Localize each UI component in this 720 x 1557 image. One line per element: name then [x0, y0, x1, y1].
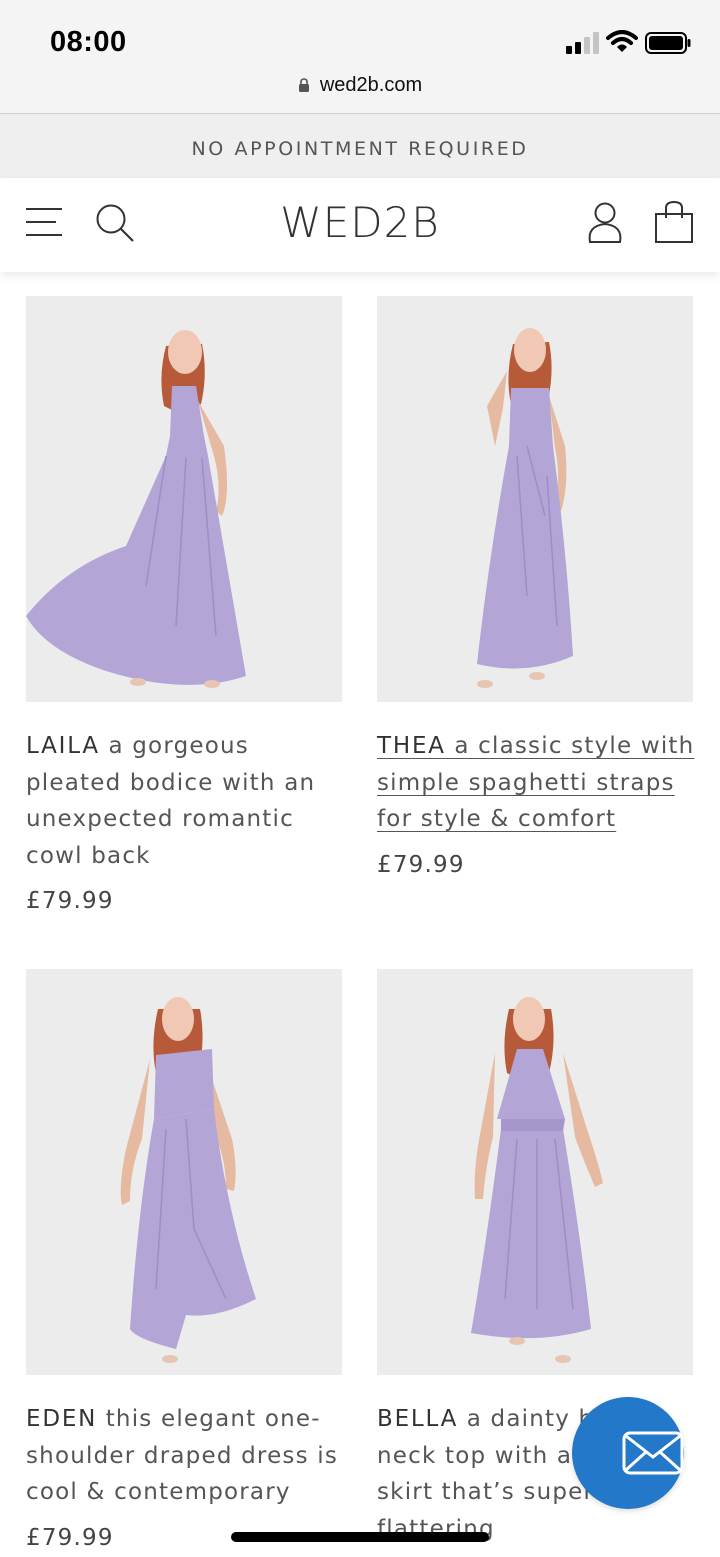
- url-text: wed2b.com: [319, 74, 423, 96]
- product-image[interactable]: [26, 296, 342, 702]
- signal-icon: [566, 32, 599, 54]
- product-image[interactable]: [26, 969, 342, 1375]
- product-price: £79.99: [377, 852, 465, 878]
- search-icon[interactable]: [95, 203, 135, 243]
- product-name: EDEN: [26, 1406, 98, 1432]
- product-name: BELLA: [377, 1406, 459, 1432]
- menu-icon[interactable]: [26, 206, 62, 238]
- product-description[interactable]: LAILA a gorgeous pleated bodice with an …: [26, 728, 350, 874]
- bag-icon[interactable]: [654, 200, 694, 244]
- chat-button[interactable]: [572, 1397, 684, 1509]
- product-name: THEA: [377, 733, 446, 759]
- address-bar[interactable]: wed2b.com: [0, 70, 720, 114]
- wifi-icon: [606, 30, 638, 52]
- promo-banner: NO APPOINTMENT REQUIRED: [0, 114, 720, 178]
- account-icon[interactable]: [586, 202, 624, 244]
- product-description[interactable]: THEA a classic style with simple spaghet…: [377, 728, 701, 838]
- product-image[interactable]: [377, 969, 693, 1375]
- product-price: £79.99: [26, 888, 114, 914]
- status-time: 08:00: [50, 26, 127, 58]
- promo-text: NO APPOINTMENT REQUIRED: [191, 138, 529, 160]
- status-bar: 08:00: [0, 0, 720, 70]
- product-name: LAILA: [26, 733, 100, 759]
- product-description[interactable]: EDEN this elegant one-shoulder draped dr…: [26, 1401, 350, 1511]
- lock-icon: [298, 78, 309, 92]
- mail-icon: [622, 1431, 684, 1475]
- site-header: WED2B: [0, 178, 720, 272]
- home-indicator[interactable]: [231, 1532, 489, 1542]
- product-price: £79.99: [26, 1525, 114, 1551]
- battery-icon: [645, 32, 691, 54]
- product-image[interactable]: [377, 296, 693, 702]
